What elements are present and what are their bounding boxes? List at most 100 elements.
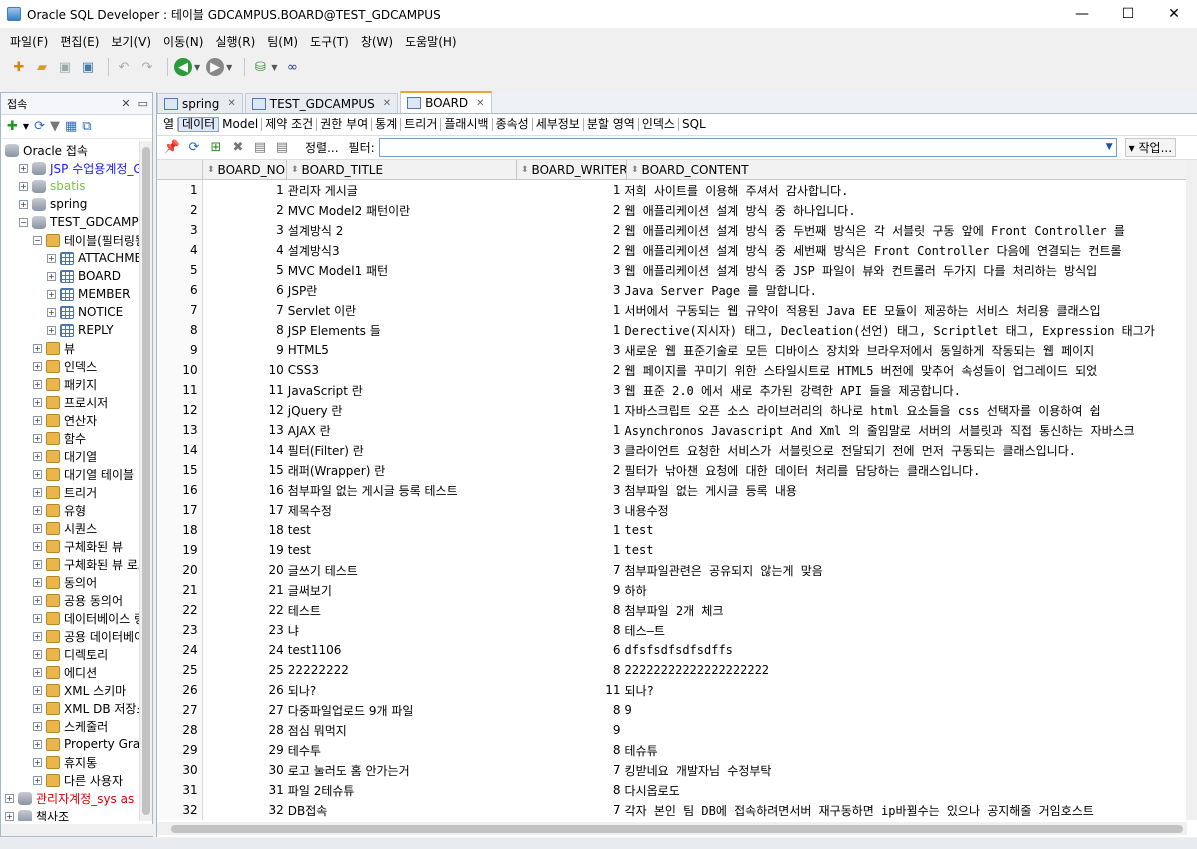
tree-item[interactable]: + 휴지통 xyxy=(1,753,139,771)
table-cell[interactable]: 저희 사이트를 이용해 주셔서 감사합니다. xyxy=(623,180,1187,200)
table-cell[interactable]: 18 xyxy=(203,520,286,540)
table-cell[interactable]: 점심 뭐먹지 xyxy=(286,720,514,740)
table-cell[interactable]: 2 xyxy=(203,200,286,220)
table-cell[interactable]: 22222222 xyxy=(286,660,514,680)
table-cell[interactable]: 2 xyxy=(514,200,623,220)
table-cell[interactable]: 1 xyxy=(514,400,623,420)
grid-vertical-scrollbar[interactable] xyxy=(1186,160,1197,820)
subtab-item[interactable]: 세부정보 xyxy=(533,118,584,131)
actions-button[interactable]: ▾ 작업... xyxy=(1124,138,1177,157)
table-cell[interactable]: 23 xyxy=(203,620,286,640)
table-cell[interactable] xyxy=(623,720,1187,740)
close-icon[interactable]: ✕ xyxy=(227,98,235,109)
table-cell[interactable]: 2 xyxy=(514,220,623,240)
menu-item[interactable]: 이동(N) xyxy=(157,33,209,50)
tree-item[interactable]: + 뷰 xyxy=(1,339,139,357)
table-row[interactable]: 28 28 점심 뭐먹지 9 xyxy=(157,720,1187,740)
subtab-item[interactable]: 권한 부여 xyxy=(317,118,373,131)
table-cell[interactable]: 첨부파일관련은 공유되지 않는게 맞음 xyxy=(623,560,1187,580)
table-cell[interactable]: 설계방식 2 xyxy=(286,220,514,240)
table-cell[interactable]: 다중파일업로드 9개 파일 xyxy=(286,700,514,720)
table-cell[interactable]: AJAX 란 xyxy=(286,420,514,440)
table-cell[interactable]: 3 xyxy=(514,480,623,500)
tree-item[interactable]: + 유형 xyxy=(1,501,139,519)
expand-icon[interactable]: + xyxy=(33,577,42,587)
table-cell[interactable]: JavaScript 란 xyxy=(286,380,514,400)
subtab-item[interactable]: SQL xyxy=(679,118,709,131)
expand-icon[interactable]: + xyxy=(33,505,42,515)
table-cell[interactable]: 9 xyxy=(203,340,286,360)
tree-item[interactable]: + REPLY xyxy=(1,321,139,339)
menu-item[interactable]: 실행(R) xyxy=(209,33,261,50)
table-row[interactable]: 18 18 test 1 test xyxy=(157,520,1187,540)
tree-item[interactable]: + 데이터베이스 링크 xyxy=(1,609,139,627)
table-cell[interactable]: 1 xyxy=(514,300,623,320)
tree-item[interactable]: + 공용 데이터베이스 xyxy=(1,627,139,645)
expand-icon[interactable]: + xyxy=(33,739,42,749)
table-cell[interactable]: 16 xyxy=(203,480,286,500)
tree-item[interactable]: + BOARD xyxy=(1,267,139,285)
table-cell[interactable]: 6 xyxy=(203,280,286,300)
table-cell[interactable]: 28 xyxy=(203,720,286,740)
expand-icon[interactable]: + xyxy=(47,325,56,335)
tree-item[interactable]: + 스케줄러 xyxy=(1,717,139,735)
tree-item[interactable]: + 대기열 테이블 xyxy=(1,465,139,483)
tree-item[interactable]: + 구체화된 뷰 xyxy=(1,537,139,555)
refresh-icon[interactable]: ⟳ xyxy=(34,119,45,134)
expand-icon[interactable]: + xyxy=(33,487,42,497)
table-cell[interactable]: 22222222222222222222 xyxy=(623,660,1187,680)
table-cell[interactable]: 필터가 낚아챈 요청에 대한 데이터 처리를 담당하는 클래스입니다. xyxy=(623,460,1187,480)
tree-item[interactable]: − 테이블(필터링됨) xyxy=(1,231,139,249)
table-cell[interactable]: 서버에서 구동되는 웹 규약이 적용된 Java EE 모듈이 제공하는 서비스… xyxy=(623,300,1187,320)
expand-icon[interactable]: + xyxy=(33,379,42,389)
table-row[interactable]: 9 9 HTML5 3 새로운 웹 표준기술로 모든 디바이스 장치와 브라우저에서 동… xyxy=(157,340,1187,360)
undo-icon[interactable]: ↶ xyxy=(115,58,133,76)
table-cell[interactable]: 1 xyxy=(514,540,623,560)
table-cell[interactable]: 웹 애플리케이션 설계 방식 중 하나입니다. xyxy=(623,200,1187,220)
table-cell[interactable]: 파일 2테슈튜 xyxy=(286,780,514,800)
tree-item[interactable]: + 관리자계정_sys as xyxy=(1,789,139,807)
back-icon[interactable]: ◀ xyxy=(174,58,192,76)
tree-item[interactable]: + NOTICE xyxy=(1,303,139,321)
menu-item[interactable]: 도구(T) xyxy=(304,33,355,50)
expand-icon[interactable]: + xyxy=(33,613,42,623)
sort-icon[interactable]: ⬍ xyxy=(631,165,639,175)
table-row[interactable]: 7 7 Servlet 이란 1 서버에서 구동되는 웹 규약이 적용된 Java EE… xyxy=(157,300,1187,320)
new-icon[interactable]: ✚ xyxy=(10,58,28,76)
table-cell[interactable]: 30 xyxy=(203,760,286,780)
table-row[interactable]: 30 30 로고 눌러도 홈 안가는거 7 킹받네요 개발자님 수정부탁 xyxy=(157,760,1187,780)
tab-spring[interactable]: spring ✕ xyxy=(157,93,243,113)
expand-icon[interactable]: + xyxy=(33,667,42,677)
table-cell[interactable]: 7 xyxy=(203,300,286,320)
tree-item[interactable]: + ATTACHMENT xyxy=(1,249,139,267)
table-cell[interactable]: 자바스크립트 오픈 소스 라이브러리의 하나로 html 요소들을 css 선택… xyxy=(623,400,1187,420)
expand-icon[interactable]: + xyxy=(33,541,42,551)
expand-icon[interactable]: + xyxy=(33,559,42,569)
tree-item[interactable]: + 인덱스 xyxy=(1,357,139,375)
table-cell[interactable]: 필터(Filter) 란 xyxy=(286,440,514,460)
chevron-down-icon[interactable]: ▼ xyxy=(271,63,277,72)
table-cell[interactable]: 1 xyxy=(203,180,286,200)
insert-row-icon[interactable]: ⊞ xyxy=(207,140,225,155)
table-cell[interactable]: Java Server Page 를 말합니다. xyxy=(623,280,1187,300)
table-cell[interactable]: 하하 xyxy=(623,580,1187,600)
table-cell[interactable]: 설계방식3 xyxy=(286,240,514,260)
table-row[interactable]: 11 11 JavaScript 란3웹 표준 2.0 에서 새로 추가된 강력한 … xyxy=(157,380,1187,400)
table-row[interactable]: 32 32 DB접속 7 각자 본인 팀 DB에 접속하려면서버 재구동하면 ip바뀔수… xyxy=(157,800,1187,820)
expand-icon[interactable]: + xyxy=(33,523,42,533)
tree-item[interactable]: + MEMBER xyxy=(1,285,139,303)
filter-icon[interactable]: ▼ xyxy=(50,119,60,134)
table-cell[interactable]: 3 xyxy=(514,380,623,400)
table-row[interactable]: 13 13 AJAX 란 1 Asynchronos Javascript And Xm… xyxy=(157,420,1187,440)
tree-item[interactable]: + 공용 동의어 xyxy=(1,591,139,609)
table-row[interactable]: 8 8 JSP Elements 들 1 Derective(지시자) 태그, Decl… xyxy=(157,320,1187,340)
table-cell[interactable]: MVC Model2 패턴이란 xyxy=(286,200,514,220)
table-cell[interactable]: 7 xyxy=(514,760,623,780)
open-folder-icon[interactable]: ▰ xyxy=(33,58,51,76)
subtab-item[interactable]: 종속성 xyxy=(493,118,533,131)
table-cell[interactable]: 6 xyxy=(514,640,623,660)
tree-item[interactable]: + Property Graph xyxy=(1,735,139,753)
expand-icon[interactable]: + xyxy=(19,199,28,209)
tree-item[interactable]: + 구체화된 뷰 로그 xyxy=(1,555,139,573)
subtab-item[interactable]: 열 xyxy=(160,118,179,131)
